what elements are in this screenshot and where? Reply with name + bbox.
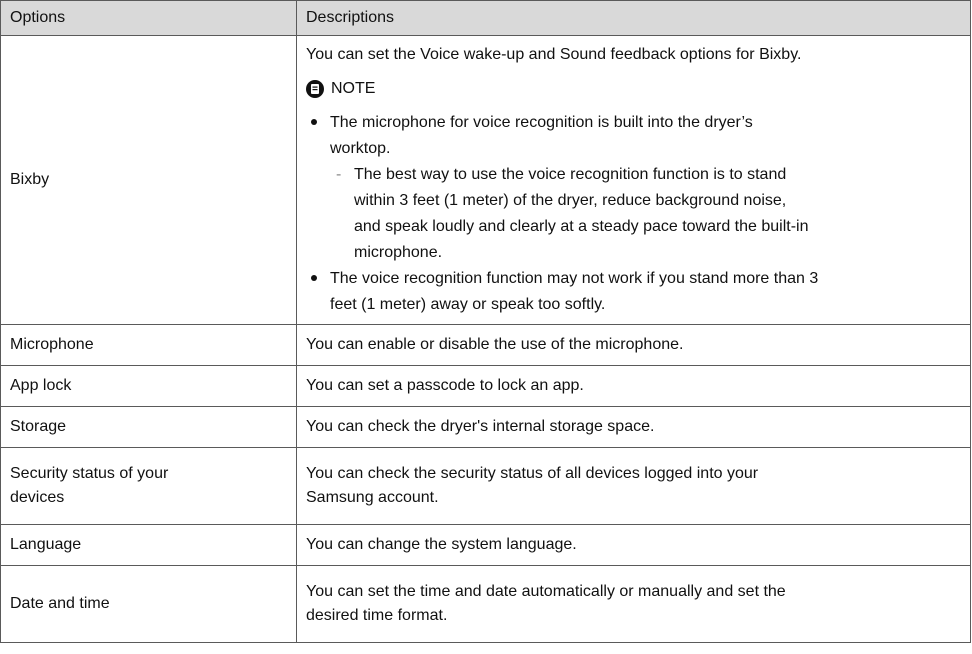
option-security-status: Security status of your devices <box>0 447 297 525</box>
note-label: NOTE <box>331 80 376 97</box>
header-options: Options <box>0 0 297 36</box>
bullet-icon <box>311 275 317 281</box>
option-storage: Storage <box>0 406 297 448</box>
dash-icon: - <box>336 166 342 183</box>
table-row: Storage You can check the dryer's intern… <box>0 406 971 448</box>
description-language: You can change the system language. <box>296 524 971 566</box>
description-security-status: You can check the security status of all… <box>296 447 971 525</box>
description-bixby: You can set the Voice wake-up and Sound … <box>296 35 971 325</box>
note-list: The microphone for voice recognition is … <box>306 110 962 318</box>
table-row: Security status of your devices You can … <box>0 447 971 525</box>
note-heading: NOTE <box>306 76 962 102</box>
description-app-lock: You can set a passcode to lock an app. <box>296 365 971 407</box>
option-microphone: Microphone <box>0 324 297 366</box>
table-row: Language You can change the system langu… <box>0 524 971 566</box>
option-date-time: Date and time <box>0 565 297 643</box>
option-language: Language <box>0 524 297 566</box>
header-row: Options Descriptions <box>0 0 971 36</box>
description-storage: You can check the dryer's internal stora… <box>296 406 971 448</box>
description-microphone: You can enable or disable the use of the… <box>296 324 971 366</box>
description-date-time: You can set the time and date automatica… <box>296 565 971 643</box>
option-bixby: Bixby <box>0 35 297 325</box>
note-icon <box>306 80 324 98</box>
sub-item: - The best way to use the voice recognit… <box>330 162 962 266</box>
list-item: The microphone for voice recognition is … <box>306 110 962 266</box>
table-row: App lock You can set a passcode to lock … <box>0 365 971 407</box>
list-item: The voice recognition function may not w… <box>306 266 962 318</box>
bullet-icon <box>311 119 317 125</box>
header-descriptions: Descriptions <box>296 0 971 36</box>
options-table: Options Descriptions Bixby You can set t… <box>0 0 971 643</box>
option-app-lock: App lock <box>0 365 297 407</box>
table-row: Date and time You can set the time and d… <box>0 565 971 643</box>
table-row: Bixby You can set the Voice wake-up and … <box>0 35 971 325</box>
table-row: Microphone You can enable or disable the… <box>0 324 971 366</box>
bixby-intro: You can set the Voice wake-up and Sound … <box>306 46 802 63</box>
